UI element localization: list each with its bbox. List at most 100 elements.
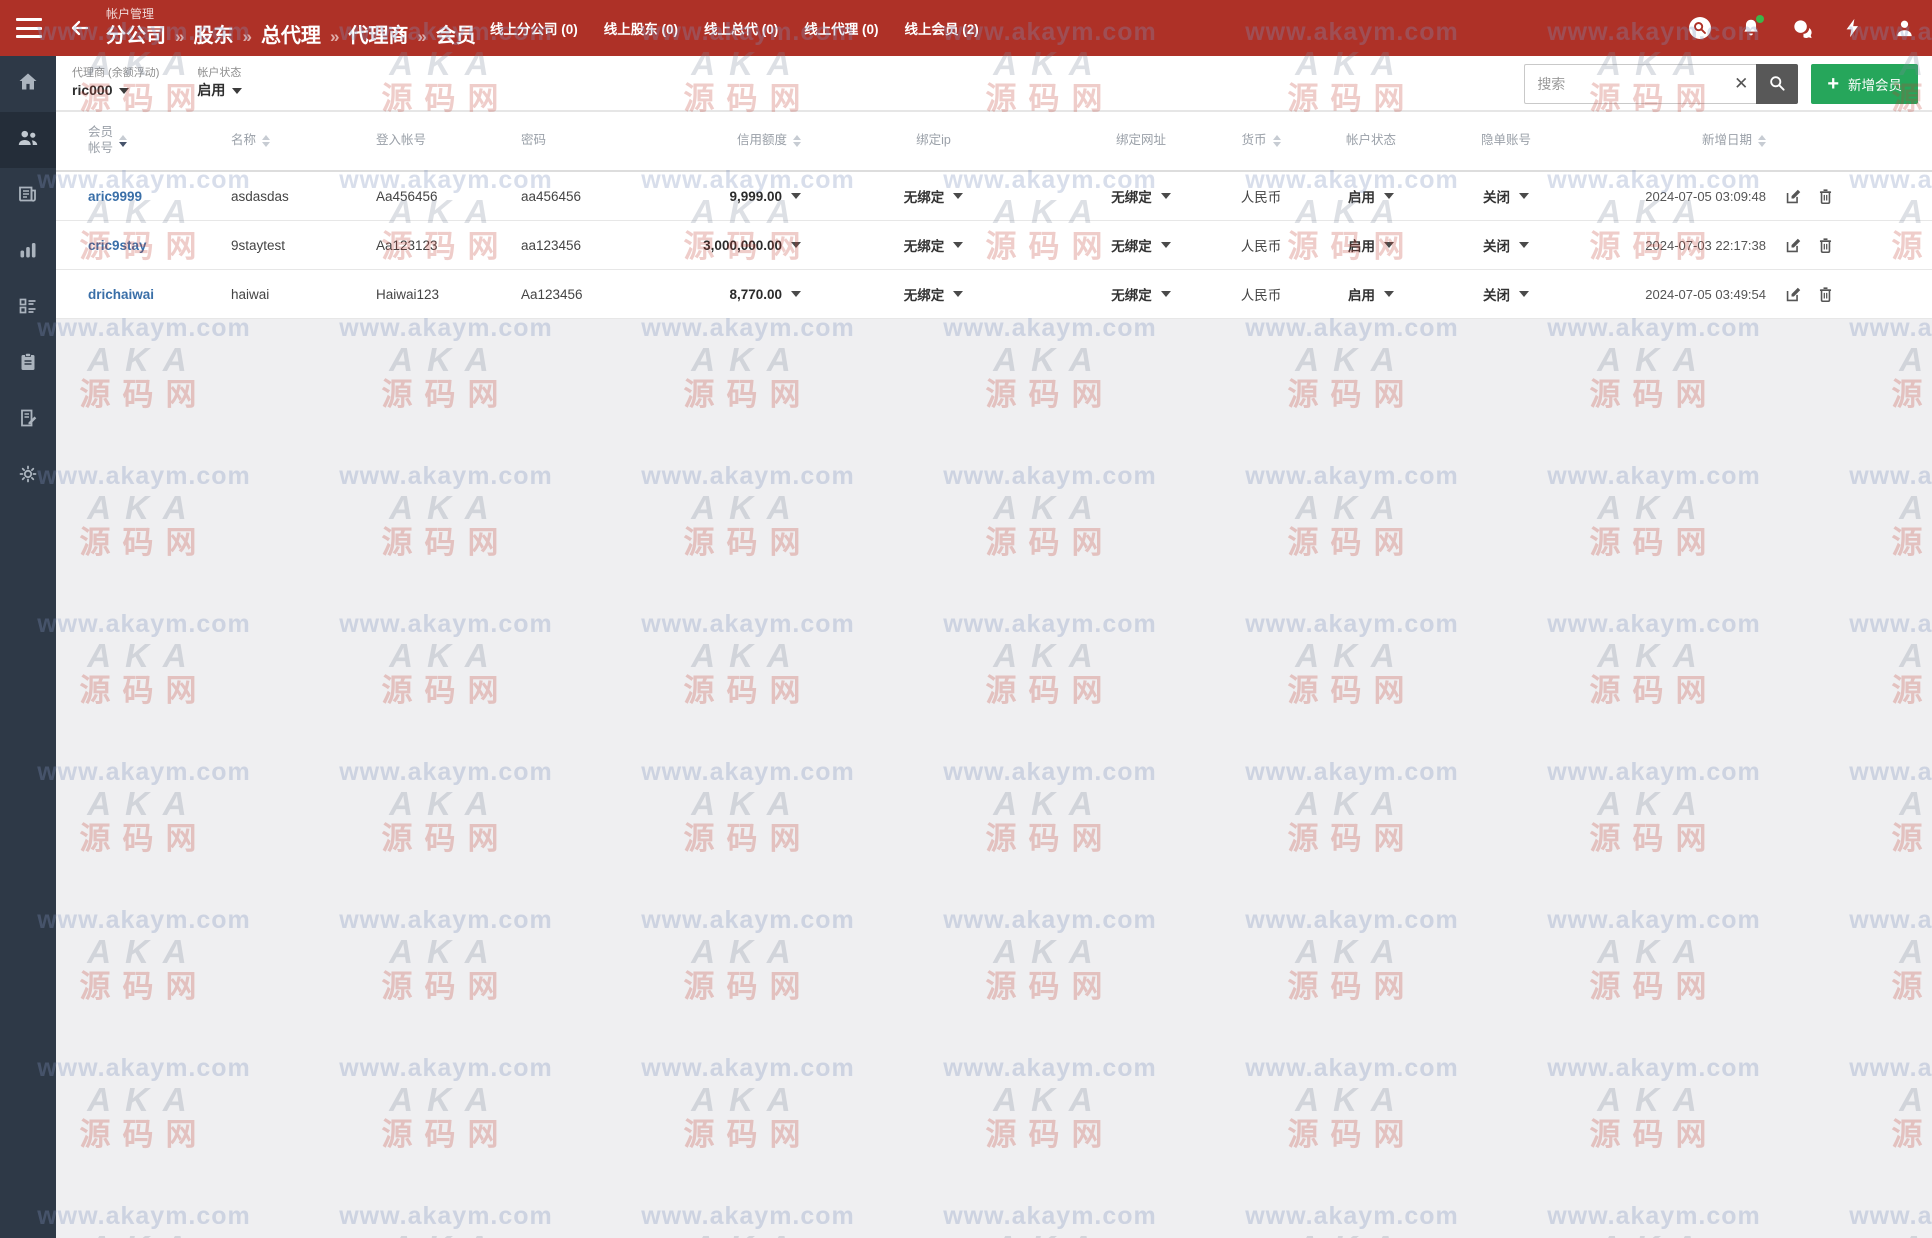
sidebar-item-news[interactable] — [0, 168, 56, 224]
tab-online-member[interactable]: 线上会员 (2) — [905, 18, 979, 38]
dropdown-caret-icon[interactable] — [953, 291, 964, 297]
cell-bind-url: 无绑定 — [1111, 239, 1152, 254]
chevron-down-icon — [232, 87, 243, 94]
col-label: 登入帐号 — [376, 133, 427, 148]
members-icon — [15, 125, 41, 156]
sidebar-item-list[interactable] — [0, 280, 56, 336]
clear-search-icon[interactable]: ✕ — [1734, 74, 1748, 94]
dropdown-caret-icon[interactable] — [1519, 242, 1529, 248]
dropdown-caret-icon[interactable] — [953, 242, 964, 248]
dropdown-caret-icon[interactable] — [1160, 242, 1171, 248]
dropdown-caret-icon[interactable] — [1160, 291, 1171, 297]
tab-online-shareholder[interactable]: 线上股东 (0) — [604, 18, 678, 38]
col-label: 绑定网址 — [1115, 133, 1166, 148]
cell-credit: 8,770.00 — [729, 286, 782, 302]
member-account-link[interactable]: cric9stay — [88, 238, 147, 253]
hamburger-menu-icon[interactable] — [16, 18, 42, 38]
col-header-credit[interactable]: 信用额度 — [646, 133, 801, 149]
chevron-down-icon — [119, 87, 130, 94]
cell-password: Aa123456 — [521, 286, 583, 302]
delete-icon[interactable] — [1814, 185, 1836, 207]
search-button[interactable] — [1756, 64, 1799, 104]
notifications-bell-icon[interactable] — [1739, 15, 1764, 40]
edit-icon[interactable] — [1782, 234, 1804, 256]
col-header-member-account[interactable]: 会员 帐号 — [56, 125, 231, 156]
tab-online-master-agent[interactable]: 线上总代 (0) — [704, 18, 778, 38]
col-header-account-status: 帐户状态 — [1306, 133, 1436, 149]
tab-online-branch[interactable]: 线上分公司 (0) — [490, 18, 578, 38]
clipboard-icon — [16, 350, 40, 379]
members-table: 会员 帐号 名称 登入帐号 密码 信用额度 绑定ip 绑定网址 货币 帐户状态 … — [56, 112, 1932, 319]
cell-login: Aa123123 — [376, 237, 438, 253]
filter-toolbar: 代理商 (余额浮动) ric000 帐户状态 启用 ✕ — [56, 56, 1932, 112]
dropdown-caret-icon[interactable] — [1384, 193, 1394, 199]
cell-name: asdasdas — [231, 188, 289, 204]
agent-filter-dropdown[interactable]: ric000 — [72, 82, 159, 99]
edit-icon[interactable] — [1782, 185, 1804, 207]
sidebar-item-home[interactable] — [0, 56, 56, 112]
home-icon — [16, 70, 40, 99]
dropdown-caret-icon[interactable] — [791, 242, 801, 248]
dropdown-caret-icon[interactable] — [791, 193, 801, 199]
dropdown-caret-icon[interactable] — [1519, 291, 1529, 297]
breadcrumb-item[interactable]: 代理商 — [348, 25, 408, 48]
cell-credit: 3,000,000.00 — [703, 237, 782, 253]
search-circle-icon[interactable] — [1688, 16, 1712, 40]
breadcrumb-separator: » — [417, 26, 427, 46]
col-header-name[interactable]: 名称 — [231, 133, 376, 149]
table-row: aric9999 asdasdas Aa456456 aa456456 9,99… — [56, 172, 1932, 221]
cell-name: 9staytest — [231, 237, 286, 253]
cell-currency: 人民币 — [1240, 288, 1282, 303]
member-account-link[interactable]: drichaiwai — [88, 287, 154, 302]
col-label: 绑定ip — [916, 133, 951, 148]
chat-icon[interactable] — [1790, 16, 1814, 40]
main-content: 代理商 (余额浮动) ric000 帐户状态 启用 ✕ — [56, 56, 1932, 1238]
breadcrumb-item[interactable]: 股东 — [193, 25, 233, 48]
col-label: 帐号 — [88, 141, 114, 155]
cell-bind-ip: 无绑定 — [903, 288, 945, 303]
search-icon — [1767, 73, 1787, 96]
breadcrumb-separator: » — [242, 26, 252, 46]
user-account-icon[interactable] — [1892, 16, 1916, 40]
top-header-bar: 帐户管理 分公司 » 股东 » 总代理 » 代理商 » 会员 线上分公司 (0)… — [0, 0, 1932, 56]
dropdown-caret-icon[interactable] — [791, 291, 801, 297]
back-arrow-icon[interactable] — [64, 12, 96, 44]
tab-online-agent[interactable]: 线上代理 (0) — [804, 18, 878, 38]
sort-icons — [1758, 135, 1766, 147]
sidebar-item-members[interactable] — [0, 112, 56, 168]
account-status-filter-dropdown[interactable]: 启用 — [197, 82, 243, 99]
account-status-filter-value: 启用 — [197, 82, 226, 99]
cell-name: haiwai — [231, 286, 270, 302]
dropdown-caret-icon[interactable] — [1160, 193, 1171, 199]
breadcrumb-separator: » — [175, 26, 185, 46]
cell-hidden: 关闭 — [1483, 239, 1510, 254]
dropdown-caret-icon[interactable] — [1519, 193, 1529, 199]
member-account-link[interactable]: aric9999 — [88, 189, 142, 204]
col-header-currency[interactable]: 货币 — [1216, 133, 1306, 149]
topbar-icon-group — [1688, 0, 1916, 56]
table-row: cric9stay 9staytest Aa123123 aa123456 3,… — [56, 221, 1932, 270]
dropdown-caret-icon[interactable] — [1384, 242, 1394, 248]
page: 帐户管理 分公司 » 股东 » 总代理 » 代理商 » 会员 线上分公司 (0)… — [0, 0, 1932, 1238]
cell-credit: 9,999.00 — [729, 188, 782, 204]
search-input[interactable] — [1524, 64, 1757, 104]
delete-icon[interactable] — [1814, 234, 1836, 256]
add-member-button[interactable]: + 新增会员 — [1811, 64, 1918, 104]
breadcrumb-item[interactable]: 总代理 — [261, 25, 321, 48]
dropdown-caret-icon[interactable] — [1384, 291, 1394, 297]
sidebar-item-clipboard[interactable] — [0, 336, 56, 392]
col-header-create-date[interactable]: 新增日期 — [1576, 133, 1766, 149]
cell-date: 2024-07-03 22:17:38 — [1645, 237, 1766, 253]
breadcrumb-item[interactable]: 会员 — [436, 25, 476, 48]
edit-icon[interactable] — [1782, 283, 1804, 305]
bar-chart-icon — [16, 238, 40, 267]
sort-icons — [1272, 135, 1281, 147]
cell-currency: 人民币 — [1240, 190, 1282, 205]
breadcrumb-item[interactable]: 分公司 — [106, 25, 166, 48]
delete-icon[interactable] — [1814, 283, 1836, 305]
lightning-icon[interactable] — [1841, 16, 1865, 40]
sidebar-item-report-edit[interactable] — [0, 392, 56, 448]
dropdown-caret-icon[interactable] — [953, 193, 964, 199]
sidebar-item-settings[interactable] — [0, 448, 56, 504]
sidebar-item-reports-chart[interactable] — [0, 224, 56, 280]
